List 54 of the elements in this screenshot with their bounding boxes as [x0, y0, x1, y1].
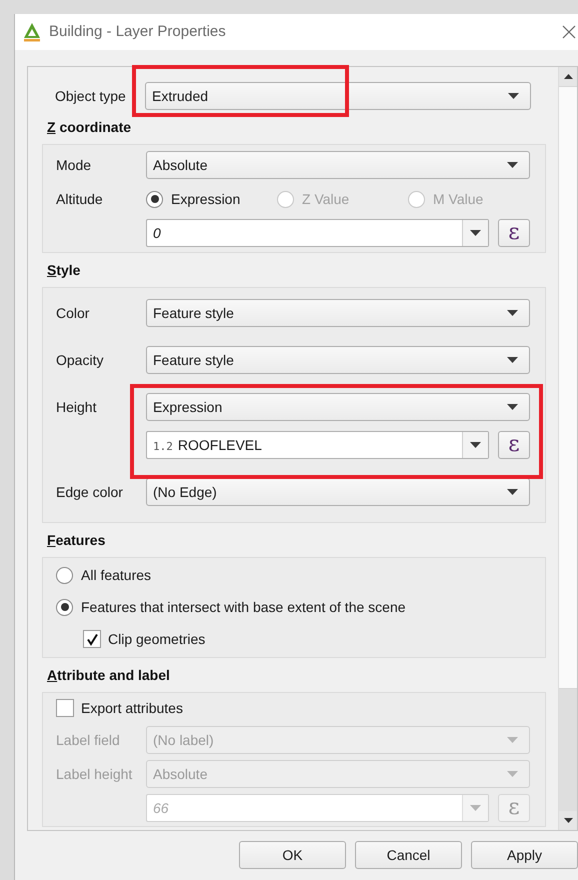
expression-button[interactable]: ε: [498, 431, 530, 459]
expression-field[interactable]: 0: [146, 219, 489, 247]
app-logo-icon: [23, 22, 41, 42]
radio-button[interactable]: Features that intersect with base extent of the scene: [56, 596, 406, 618]
dropdown[interactable]: Absolute: [146, 151, 530, 179]
expression-field[interactable]: 1.2 ROOFLEVEL: [146, 431, 489, 459]
expression-button[interactable]: ε: [498, 219, 530, 247]
expression-value: 66: [153, 798, 169, 818]
dropdown[interactable]: Feature style: [146, 299, 530, 327]
checkmark-icon: [86, 632, 98, 646]
dropdown-arrow-icon: [507, 771, 518, 777]
field-label: Mode: [56, 156, 92, 174]
scroll-down-icon[interactable]: [564, 818, 572, 823]
checkbox[interactable]: Clip geometries: [83, 628, 206, 650]
dropdown-arrow-icon: [507, 310, 518, 316]
dialog-button[interactable]: OK: [239, 841, 346, 869]
field-label: Label field: [56, 730, 121, 750]
section-heading: Attribute and label: [47, 666, 170, 685]
dropdown-arrow-icon: [470, 230, 481, 236]
dropdown-arrow-icon: [507, 162, 518, 168]
section-heading: Features: [47, 531, 106, 550]
field-label: Color: [56, 304, 90, 322]
radio-button[interactable]: All features: [56, 564, 152, 586]
type-prefix: 1.2: [153, 438, 173, 454]
field-label: Label height: [56, 764, 134, 784]
close-icon[interactable]: [562, 25, 576, 39]
field-label: Edge color: [56, 482, 124, 502]
expression-value: 0: [153, 224, 161, 242]
checkbox[interactable]: Export attributes: [56, 698, 183, 718]
scrollbar[interactable]: [558, 67, 577, 830]
expression-value: ROOFLEVEL: [178, 436, 262, 454]
dropdown-arrow-icon: [470, 442, 481, 448]
dropdown-arrow-icon: [507, 357, 518, 363]
dropdown-arrow-icon: [470, 805, 481, 811]
field-label: Height: [56, 398, 98, 417]
dropdown-arrow-icon: [507, 489, 518, 495]
field-label: Altitude: [56, 190, 104, 208]
dropdown[interactable]: (No Edge): [146, 478, 530, 506]
dialog-button[interactable]: Cancel: [355, 841, 462, 869]
window-title: Building - Layer Properties: [49, 22, 227, 42]
radio-button[interactable]: Expression: [146, 188, 277, 210]
section-heading: Style: [47, 261, 80, 280]
dropdown[interactable]: Expression: [146, 393, 530, 421]
section-heading: Z coordinate: [47, 118, 132, 137]
dropdown-arrow-icon: [507, 404, 518, 410]
dialog-button[interactable]: Apply: [471, 841, 578, 869]
scrollbar-thumb[interactable]: [559, 86, 577, 689]
dropdown[interactable]: Feature style: [146, 346, 530, 374]
dropdown[interactable]: Extruded: [145, 82, 531, 110]
field-label: Opacity: [56, 350, 104, 370]
dropdown-arrow-icon: [507, 737, 518, 743]
dropdown-arrow-icon: [508, 93, 519, 99]
scroll-up-icon[interactable]: [564, 74, 572, 79]
field-label: Object type: [55, 86, 127, 106]
